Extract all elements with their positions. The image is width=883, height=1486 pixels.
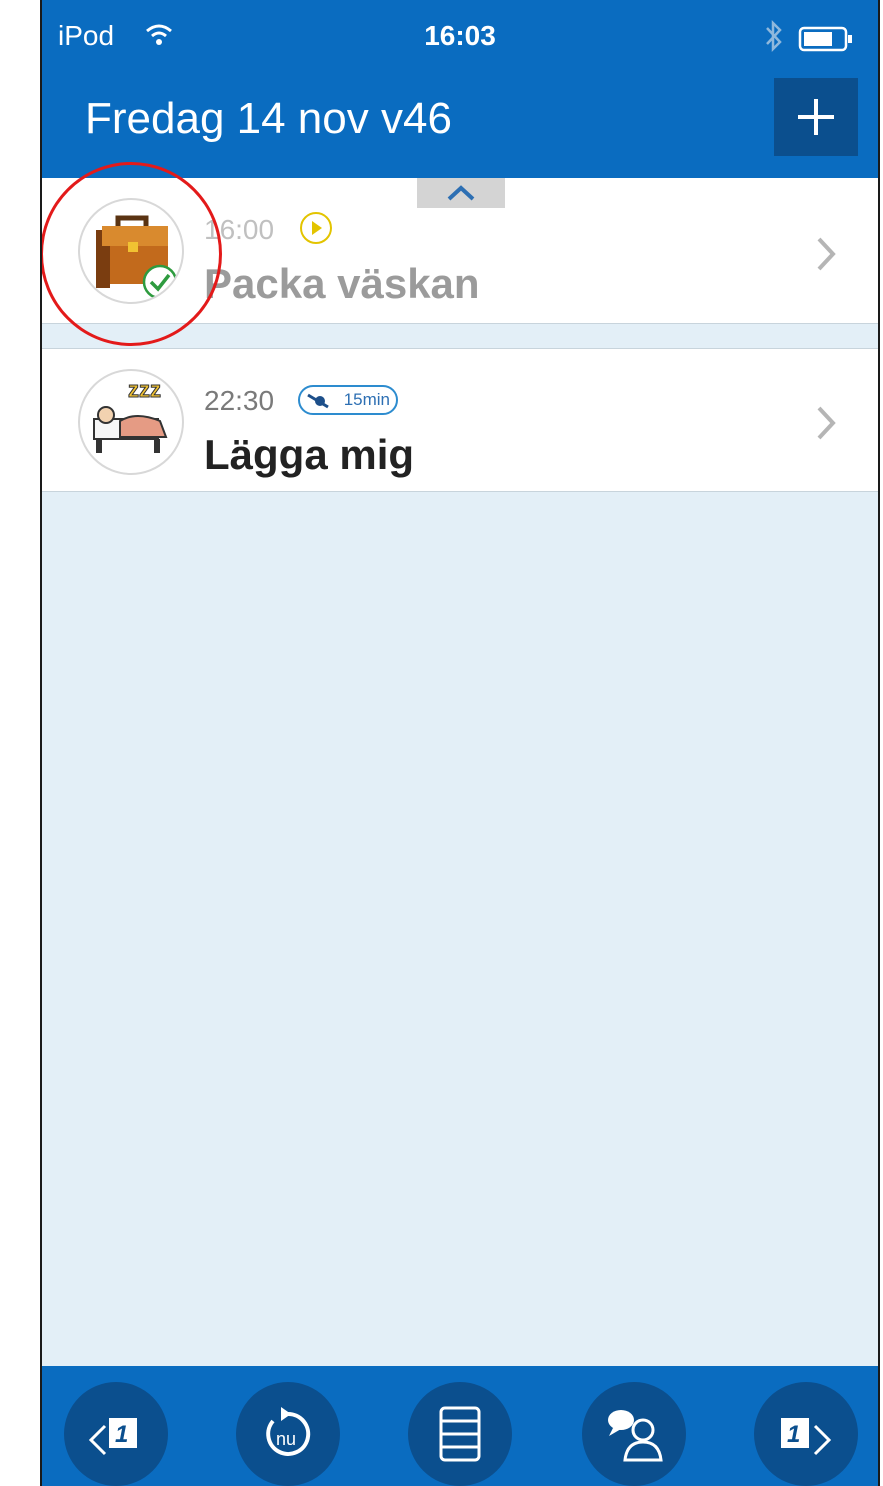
- svg-text:nu: nu: [276, 1429, 296, 1449]
- activity-row-lagga-mig[interactable]: zzz 22:30 15min Lägga mig: [42, 348, 878, 492]
- now-button[interactable]: nu: [236, 1382, 340, 1486]
- previous-day-icon: 1: [88, 1418, 137, 1456]
- svg-text:1: 1: [787, 1421, 800, 1448]
- bottom-toolbar: 1 nu 1: [42, 1366, 878, 1486]
- briefcase-icon: [78, 198, 184, 304]
- previous-day-button[interactable]: 1: [64, 1382, 168, 1486]
- chevron-up-icon: [447, 185, 475, 201]
- add-activity-button[interactable]: [774, 78, 858, 156]
- chevron-right-icon: [817, 237, 836, 271]
- collapse-handle[interactable]: [417, 178, 505, 208]
- next-day-icon: 1: [781, 1418, 832, 1456]
- activity-time: 16:00: [204, 214, 275, 245]
- page-title: Fredag 14 nov v46: [85, 94, 452, 143]
- status-bar: iPod 16:03: [42, 0, 878, 76]
- battery-icon: [798, 26, 854, 57]
- contacts-button[interactable]: [582, 1382, 686, 1486]
- status-time: 16:03: [424, 20, 496, 51]
- list-view-button[interactable]: [408, 1382, 512, 1486]
- plus-icon: [798, 99, 834, 135]
- contacts-icon: [608, 1410, 663, 1462]
- phone-screen: iPod 16:03 Fredag 14 nov v46 16:00 Packa…: [42, 0, 878, 1486]
- list-view-icon: [439, 1406, 481, 1462]
- right-edge-line: [878, 0, 880, 1486]
- activity-name: Packa väskan: [204, 260, 480, 307]
- timer-icon: [307, 393, 329, 409]
- check-icon: [142, 264, 178, 300]
- bluetooth-icon: [764, 18, 784, 59]
- now-icon: nu: [266, 1407, 311, 1456]
- duration-label: 15min: [343, 390, 390, 409]
- svg-text:zzz: zzz: [128, 377, 161, 402]
- chevron-right-icon: [817, 406, 836, 440]
- sleeping-bed-icon: zzz: [78, 369, 184, 475]
- activity-time: 22:30: [204, 385, 275, 416]
- svg-text:1: 1: [115, 1421, 128, 1448]
- next-day-button[interactable]: 1: [754, 1382, 858, 1486]
- bell-icon: [300, 212, 332, 244]
- nav-bar: Fredag 14 nov v46: [42, 76, 878, 178]
- duration-badge: 15min: [298, 385, 398, 415]
- activity-name: Lägga mig: [204, 431, 415, 478]
